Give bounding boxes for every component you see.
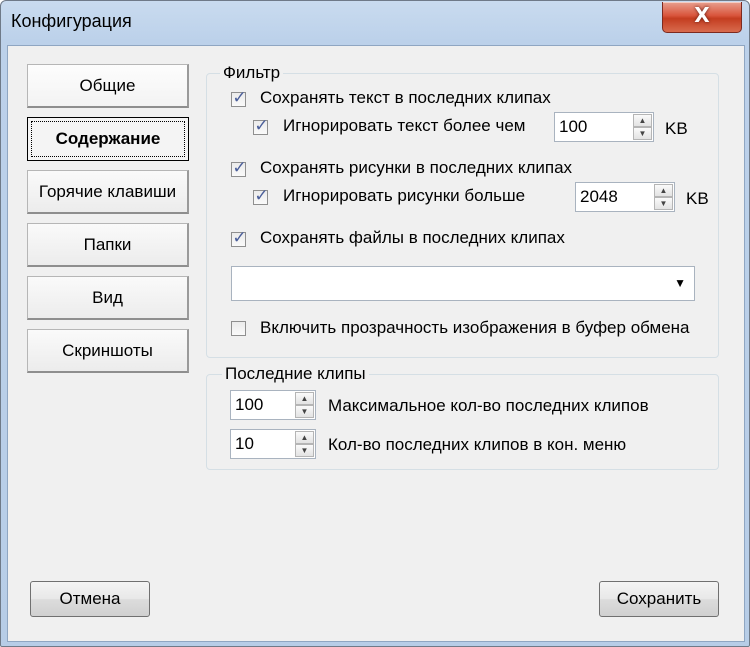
ignore-images-spinner[interactable]: 2048 ▲ ▼: [575, 182, 675, 212]
spin-down-icon[interactable]: ▼: [295, 444, 314, 457]
max-recent-spinner[interactable]: 100 ▲ ▼: [230, 390, 316, 420]
unit-label: KB: [665, 119, 688, 138]
dropdown-arrow-icon[interactable]: ▼: [674, 276, 686, 290]
config-window: Конфигурация X Общие Содержание Горячие …: [0, 0, 750, 647]
file-filter-combobox[interactable]: ▼: [231, 266, 695, 301]
tab-label: Скриншоты: [62, 341, 153, 360]
tab-hotkeys[interactable]: Горячие клавиши: [27, 170, 189, 214]
tab-screenshots[interactable]: Скриншоты: [27, 329, 189, 373]
save-text-label: Сохранять текст в последних клипах: [260, 88, 551, 107]
window-title: Конфигурация: [11, 11, 132, 31]
spin-up-icon[interactable]: ▲: [295, 431, 314, 444]
check-icon: ✓: [232, 158, 247, 178]
menu-recent-spinner[interactable]: 10 ▲ ▼: [230, 429, 316, 459]
ignore-text-label: Игнорировать текст более чем: [283, 116, 526, 135]
menu-recent-label: Кол-во последних клипов в кон. меню: [328, 435, 627, 454]
client-area: Общие Содержание Горячие клавиши Папки В…: [7, 45, 745, 642]
ignore-text-checkbox[interactable]: ✓: [253, 116, 269, 136]
save-button[interactable]: Сохранить: [599, 581, 719, 617]
spin-down-icon[interactable]: ▼: [295, 405, 314, 418]
transparency-checkbox[interactable]: [231, 321, 246, 336]
cancel-button[interactable]: Отмена: [30, 581, 150, 617]
spinner-value: 100: [235, 395, 264, 414]
spinner-value: 10: [235, 434, 254, 453]
check-icon: ✓: [254, 116, 269, 136]
check-icon: ✓: [232, 88, 247, 108]
close-button[interactable]: X: [662, 2, 742, 33]
spin-up-icon[interactable]: ▲: [295, 392, 314, 405]
spin-up-icon[interactable]: ▲: [654, 184, 673, 197]
close-icon: X: [694, 3, 710, 27]
max-recent-label: Максимальное кол-во последних клипов: [328, 396, 649, 415]
check-icon: ✓: [254, 186, 269, 206]
ignore-images-checkbox[interactable]: ✓: [253, 186, 269, 206]
tab-folders[interactable]: Папки: [27, 223, 189, 267]
tab-label: Вид: [92, 288, 123, 307]
tab-label: Папки: [83, 235, 132, 254]
unit-label: KB: [686, 189, 709, 208]
save-images-label: Сохранять рисунки в последних клипах: [260, 158, 573, 177]
recent-clips-group-label: Последние клипы: [222, 364, 369, 384]
check-icon: ✓: [232, 228, 247, 248]
save-files-checkbox[interactable]: ✓: [231, 228, 247, 248]
save-files-label: Сохранять файлы в последних клипах: [260, 228, 565, 247]
spinner-value: 2048: [580, 187, 618, 206]
title-bar: Конфигурация X: [1, 1, 749, 45]
ignore-images-label: Игнорировать рисунки больше: [283, 186, 526, 205]
tab-content[interactable]: Содержание: [27, 117, 189, 161]
spin-up-icon[interactable]: ▲: [633, 114, 652, 127]
save-images-checkbox[interactable]: ✓: [231, 158, 247, 178]
tab-view[interactable]: Вид: [27, 276, 189, 320]
filter-group-label: Фильтр: [220, 63, 284, 83]
spinner-value: 100: [559, 117, 588, 136]
spin-down-icon[interactable]: ▼: [654, 197, 673, 210]
transparency-label: Включить прозрачность изображения в буфе…: [260, 318, 690, 337]
spin-down-icon[interactable]: ▼: [633, 127, 652, 140]
tab-label: Горячие клавиши: [38, 182, 177, 201]
ignore-text-spinner[interactable]: 100 ▲ ▼: [554, 112, 654, 142]
tab-label: Общие: [79, 76, 136, 95]
save-text-checkbox[interactable]: ✓: [231, 88, 247, 108]
tab-general[interactable]: Общие: [27, 64, 189, 108]
